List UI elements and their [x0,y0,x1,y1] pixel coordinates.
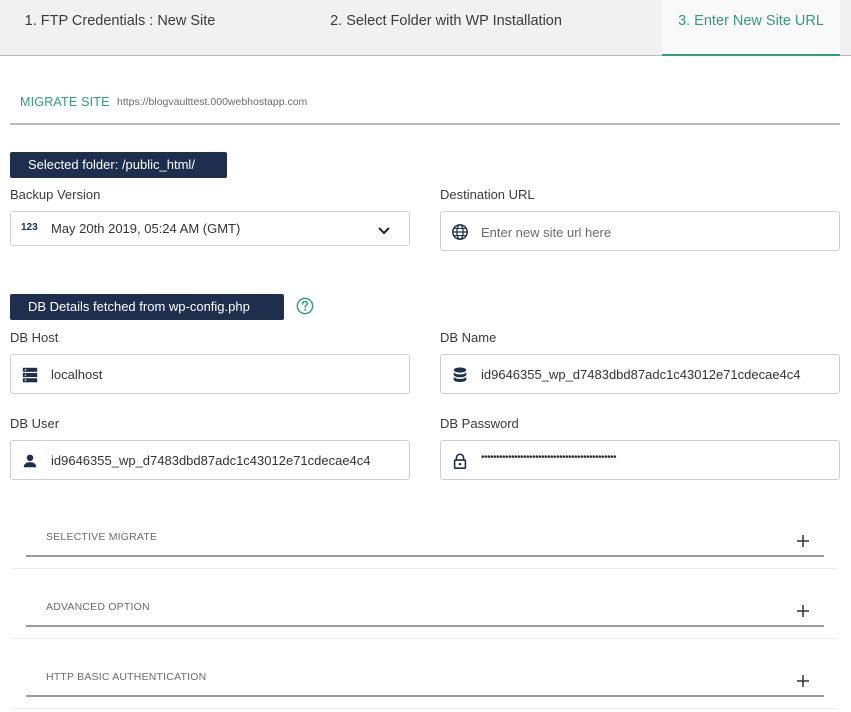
chevron-down-icon [378,227,390,235]
numbers-icon: 123 [21,222,38,233]
selected-folder-badge: Selected folder: /public_html/ [10,152,227,178]
migrate-site-header: MIGRATE SITE https://blogvaulttest.000we… [10,86,840,125]
db-user-value: id9646355_wp_d7483dbd87adc1c43012e71cdec… [51,453,371,468]
destination-url-label: Destination URL [440,187,535,202]
help-circle-icon[interactable] [296,297,314,315]
backup-version-label: Backup Version [10,187,101,202]
plus-icon[interactable] [796,534,810,548]
destination-url-input[interactable] [481,222,851,242]
divider [12,708,838,709]
db-host-field[interactable]: localhost [10,354,410,394]
tab-select-folder[interactable]: 2. Select Folder with WP Installation [300,0,592,56]
wizard-tabs: 1. FTP Credentials : New Site 2. Select … [0,0,851,56]
db-password-value: ••••••••••••••••••••••••••••••••••••••••… [481,452,617,463]
db-name-label: DB Name [440,330,497,345]
accordion-label: SELECTIVE MIGRATE [46,531,158,543]
db-user-field[interactable]: id9646355_wp_d7483dbd87adc1c43012e71cdec… [10,440,410,480]
db-password-label: DB Password [440,416,519,431]
divider [12,568,838,569]
plus-icon[interactable] [796,674,810,688]
lock-icon [453,453,467,470]
accordion-http-basic-authentication[interactable]: HTTP BASIC AUTHENTICATION [26,655,824,697]
accordion-selective-migrate[interactable]: SELECTIVE MIGRATE [26,515,824,557]
db-host-label: DB Host [10,330,59,345]
backup-version-value: May 20th 2019, 05:24 AM (GMT) [51,221,241,236]
db-user-label: DB User [10,416,60,431]
db-name-field[interactable]: id9646355_wp_d7483dbd87adc1c43012e71cdec… [440,354,840,394]
db-details-badge: DB Details fetched from wp-config.php [10,294,284,320]
db-host-value: localhost [51,367,103,382]
tab-ftp-credentials[interactable]: 1. FTP Credentials : New Site [0,0,240,56]
backup-version-select[interactable]: 123 May 20th 2019, 05:24 AM (GMT) [10,211,410,246]
accordion-label: HTTP BASIC AUTHENTICATION [46,671,207,683]
globe-icon [452,224,468,240]
tab-enter-site-url[interactable]: 3. Enter New Site URL [662,0,840,56]
accordion-label: ADVANCED OPTION [46,601,150,613]
person-icon [23,454,37,468]
db-password-field[interactable]: ••••••••••••••••••••••••••••••••••••••••… [440,440,840,480]
database-icon [453,367,467,383]
destination-url-field[interactable] [440,211,851,251]
db-name-value: id9646355_wp_d7483dbd87adc1c43012e71cdec… [481,367,801,382]
migrate-site-url: https://blogvaulttest.000webhostapp.com [117,96,308,108]
plus-icon[interactable] [796,604,810,618]
divider [12,638,838,639]
migrate-site-label: MIGRATE SITE [20,95,110,109]
accordion-advanced-option[interactable]: ADVANCED OPTION [26,585,824,627]
server-icon [22,367,38,383]
